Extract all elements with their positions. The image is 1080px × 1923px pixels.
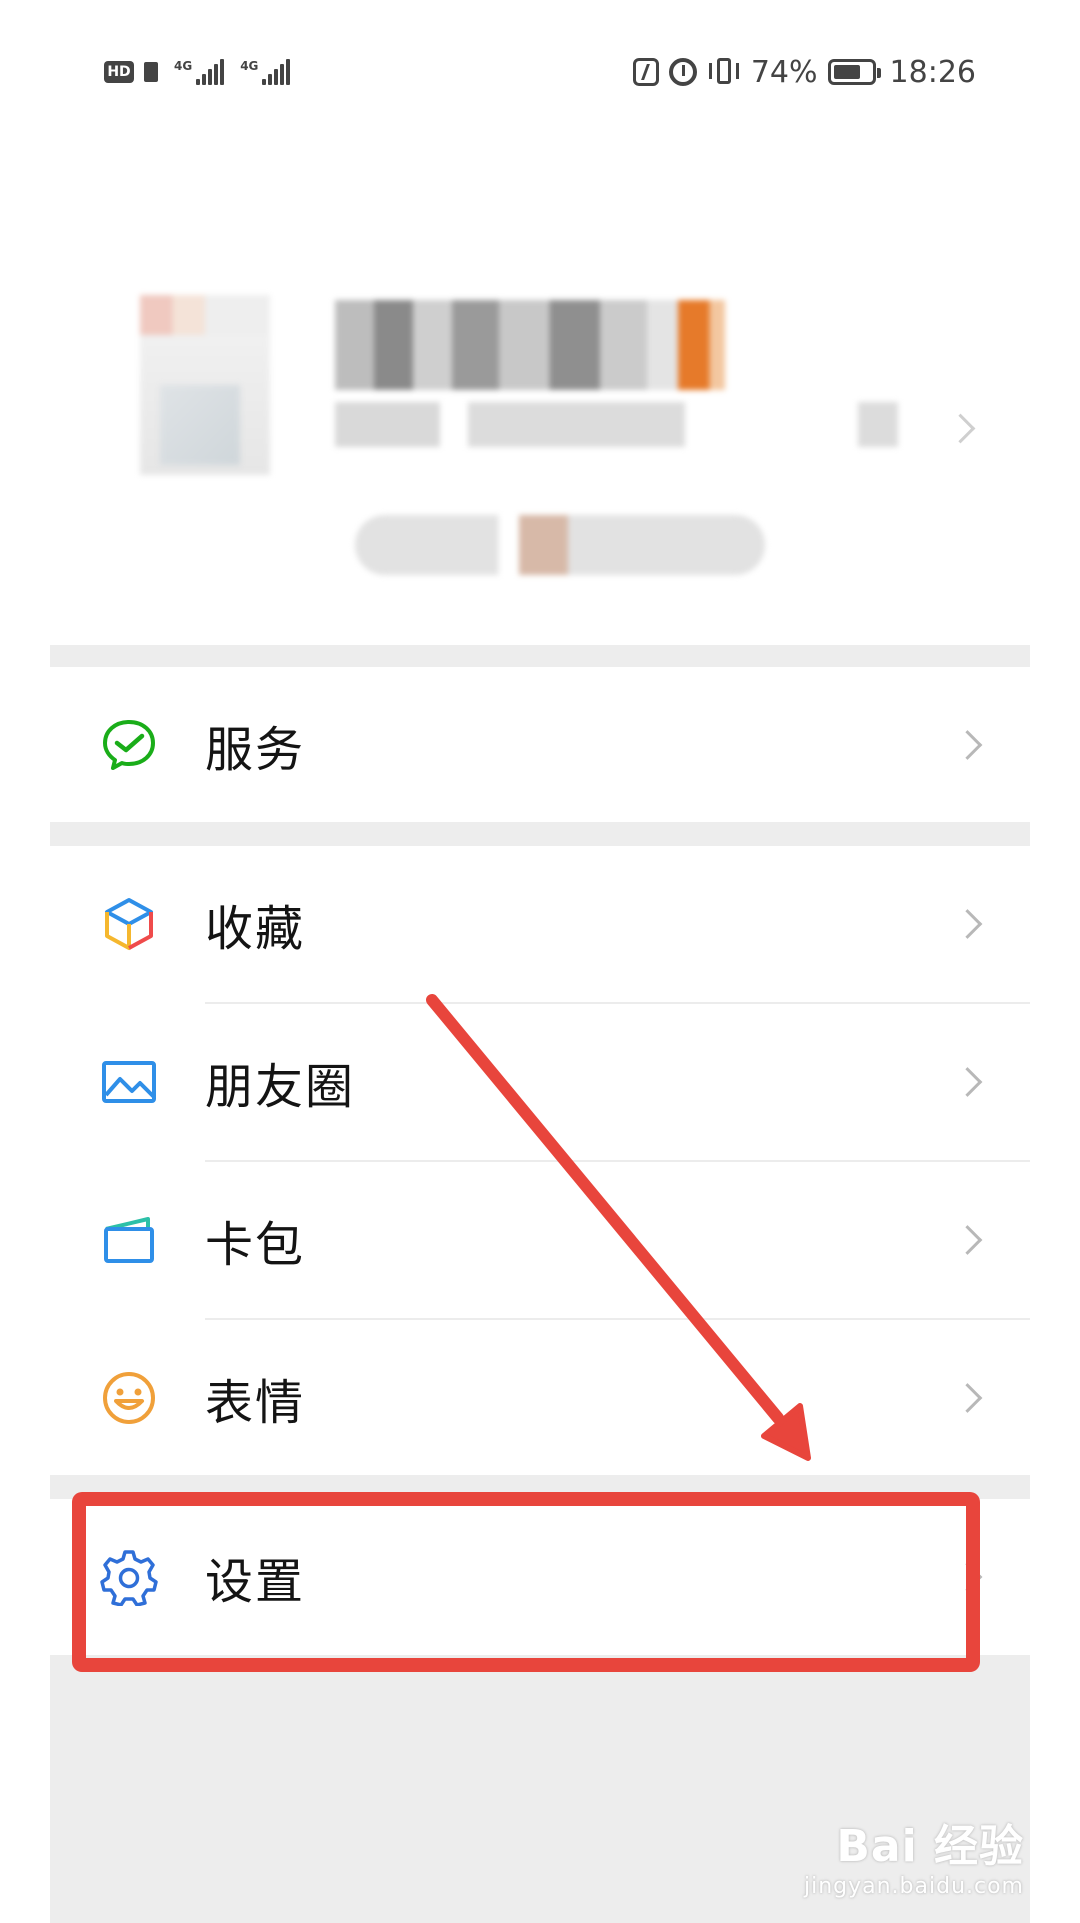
watermark-logo: Bai 经验 [836, 1821, 1024, 1872]
annotation-highlight-box [72, 1492, 980, 1672]
watermark: Bai 经验 jingyan.baidu.com [804, 1810, 1024, 1899]
watermark-url: jingyan.baidu.com [803, 1874, 1024, 1899]
wechat-me-screen: HD 4G 4G 74% 18:26 服务 收藏 朋友圈 卡包 表情 设置 Ba… [0, 0, 1080, 1923]
